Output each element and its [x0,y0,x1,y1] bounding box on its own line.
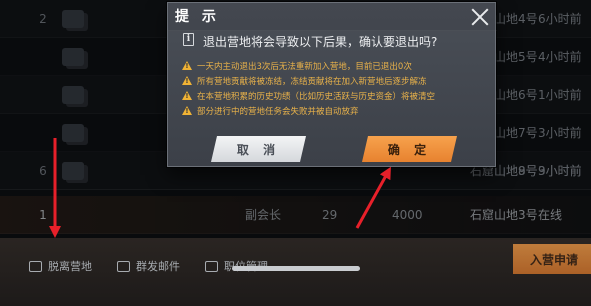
id-card-icon [205,260,218,272]
exit-icon [29,260,42,272]
warning-icon [182,91,192,100]
leave-camp-button[interactable]: 脱离营地 [29,257,92,275]
join-requests-button[interactable]: 入营申请 [513,244,591,274]
consequence-text: 在本营地积累的历史功绩（比如历史活跃与历史资金）将被清空 [197,91,436,102]
warning-icon [182,106,192,115]
consequence-item: 所有营地贡献将被冻结，冻结贡献将在加入新营地后逐步解冻 [182,73,494,88]
consequence-text: 一天内主动退出3次后无法重新加入营地，目前已退出0次 [197,61,412,72]
info-icon: i [183,33,194,46]
mass-mail-button[interactable]: 群发邮件 [117,257,180,275]
confirm-question: 退出营地将会导致以下后果，确认要退出吗? [203,35,438,49]
mass-mail-label: 群发邮件 [136,260,180,273]
close-icon[interactable] [470,7,490,27]
warning-icon [182,61,192,70]
consequence-item: 部分进行中的营地任务会失败并被自动放弃 [182,103,494,118]
consequence-list: 一天内主动退出3次后无法重新加入营地，目前已退出0次 所有营地贡献将被冻结，冻结… [182,58,494,118]
consequence-text: 部分进行中的营地任务会失败并被自动放弃 [197,106,359,117]
confirm-button[interactable]: 确 定 [362,136,457,162]
consequence-text: 所有营地贡献将被冻结，冻结贡献将在加入新营地后逐步解冻 [197,76,427,87]
warning-icon [182,76,192,85]
consequence-item: 在本营地积累的历史功绩（比如历史活跃与历史资金）将被清空 [182,88,494,103]
dialog-title: 提 示 [175,9,220,25]
leave-camp-label: 脱离营地 [48,260,92,273]
cancel-button[interactable]: 取 消 [211,136,306,162]
bottom-toolbar: 脱离营地 群发邮件 职位管理 入营申请 [0,238,591,306]
home-indicator[interactable] [232,266,360,271]
leave-camp-dialog: 提 示 i 退出营地将会导致以下后果，确认要退出吗? 一天内主动退出3次后无法重… [167,2,497,167]
consequence-item: 一天内主动退出3次后无法重新加入营地，目前已退出0次 [182,58,494,73]
mail-icon [117,260,130,272]
